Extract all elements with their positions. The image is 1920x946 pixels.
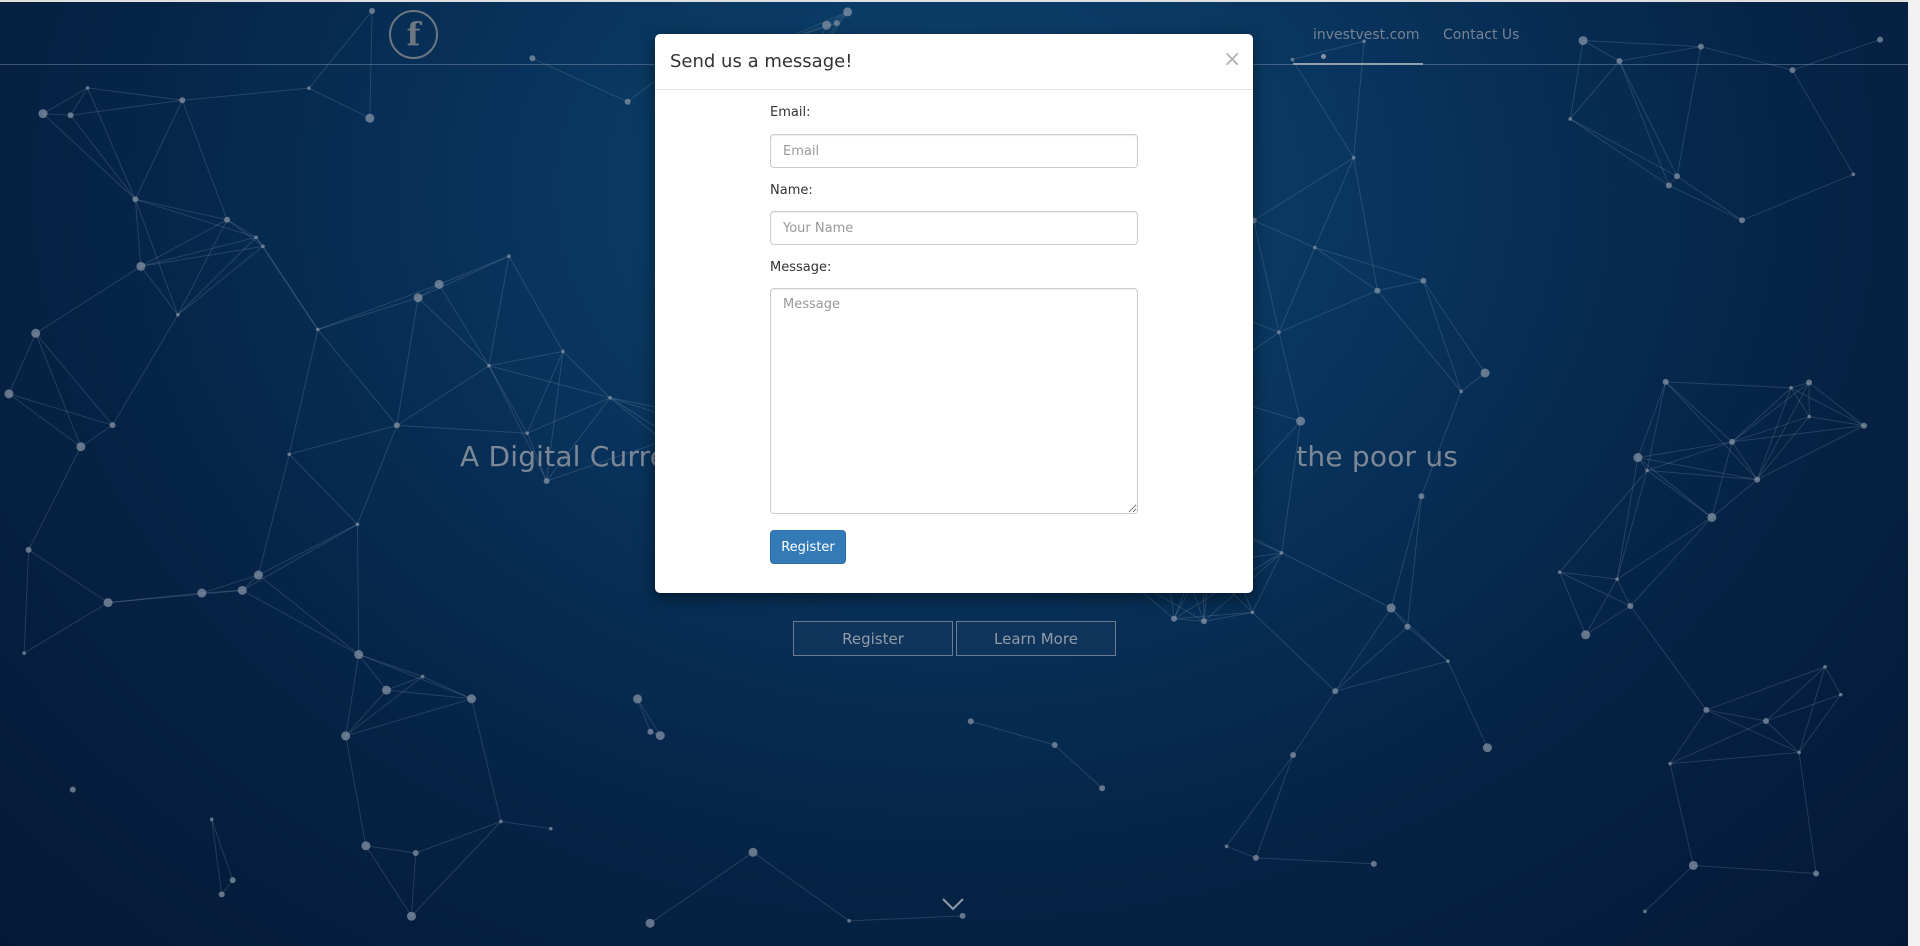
contact-modal: Send us a message! × Email: Name: Messag… — [655, 34, 1253, 593]
message-label: Message: — [770, 260, 832, 275]
modal-header: Send us a message! × — [655, 34, 1253, 90]
modal-title: Send us a message! — [670, 51, 853, 72]
register-submit-button[interactable]: Register — [770, 530, 846, 564]
email-field[interactable] — [770, 134, 1138, 168]
name-label: Name: — [770, 183, 813, 198]
name-field[interactable] — [770, 211, 1138, 245]
email-label: Email: — [770, 105, 811, 120]
close-icon[interactable]: × — [1223, 49, 1241, 71]
message-field[interactable] — [770, 288, 1138, 514]
page-scrollbar[interactable] — [1908, 0, 1920, 946]
